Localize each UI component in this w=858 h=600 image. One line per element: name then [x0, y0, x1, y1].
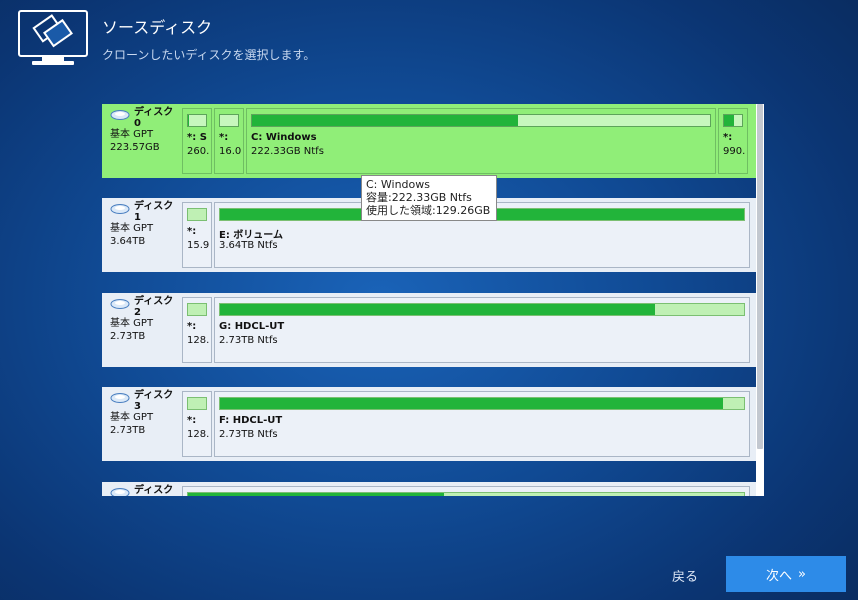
disk-size: 3.64TB — [110, 236, 146, 247]
partition[interactable]: *: 15.9 — [182, 202, 212, 268]
disk-type: 基本 GPT — [110, 129, 154, 140]
back-button[interactable]: 戻る — [660, 566, 710, 585]
partition[interactable]: *: 128. — [182, 391, 212, 457]
page-subtitle: クローンしたいディスクを選択します。 — [102, 48, 316, 62]
partition-label: *: — [219, 132, 229, 143]
disk-row-4[interactable]: ディスク 4 — [102, 482, 756, 496]
disk-size: 223.57GB — [110, 142, 160, 153]
usage-fill — [188, 493, 444, 496]
partition[interactable]: *: 990. — [718, 108, 748, 174]
partition-label: F: HDCL-UT — [219, 415, 283, 426]
next-button-label: 次へ — [766, 568, 793, 584]
disk-icon — [110, 487, 130, 496]
partition-size: 260. — [187, 146, 210, 157]
disk-list-scrollbar[interactable] — [756, 104, 764, 496]
disk-icon — [110, 203, 130, 218]
partition-tooltip: C: Windows 容量:222.33GB Ntfs 使用した領域:129.2… — [361, 175, 497, 221]
disk-row-0[interactable]: ディスク 0 基本 GPT 223.57GB *: S 260. *: 16.0… — [102, 104, 756, 178]
disk-icon — [110, 298, 130, 313]
partition-label: E: ボリューム — [219, 230, 284, 241]
tooltip-capacity: 容量:222.33GB Ntfs — [366, 191, 472, 204]
disk-type: 基本 GPT — [110, 223, 154, 234]
partition-label: *: — [187, 415, 197, 426]
tooltip-used: 使用した領域:129.26GB — [366, 204, 491, 217]
usage-fill — [252, 115, 518, 126]
partition-size: 3.64TB Ntfs — [219, 240, 278, 251]
partition-size: 2.73TB Ntfs — [219, 335, 278, 346]
partition-label: *: — [723, 132, 733, 143]
disk-info: ディスク 0 基本 GPT 223.57GB — [102, 104, 182, 178]
partition-label: *: — [187, 321, 197, 332]
disk-type: 基本 GPT — [110, 318, 154, 329]
disk-size: 2.73TB — [110, 425, 146, 436]
page-title: ソースディスク — [102, 18, 213, 37]
disk-icon — [110, 109, 130, 124]
partition-size: 2.73TB Ntfs — [219, 429, 278, 440]
disk-name: ディスク 2 — [134, 296, 174, 318]
partition[interactable] — [182, 486, 750, 496]
partition-size: 990. — [723, 146, 746, 157]
disk-size: 2.73TB — [110, 331, 146, 342]
partition-g-hdcl-ut[interactable]: G: HDCL-UT 2.73TB Ntfs — [214, 297, 750, 363]
partition-size: 16.0 — [219, 146, 242, 157]
usage-fill — [724, 115, 734, 126]
next-button[interactable]: 次へ » — [726, 556, 846, 592]
partition-label: *: S — [187, 132, 207, 143]
disk-info: ディスク 1 基本 GPT 3.64TB — [102, 198, 182, 272]
partition[interactable]: *: 128. — [182, 297, 212, 363]
partition-size: 128. — [187, 335, 210, 346]
usage-fill — [220, 304, 655, 315]
disk-name: ディスク 1 — [134, 201, 174, 223]
double-chevron-right-icon: » — [798, 566, 806, 582]
usage-fill — [220, 398, 724, 409]
disk-name: ディスク 4 — [134, 485, 174, 496]
disk-type: 基本 GPT — [110, 412, 154, 423]
tooltip-title: C: Windows — [366, 178, 430, 191]
partition-size: 15.9 — [187, 240, 210, 251]
disk-row-2[interactable]: ディスク 2 基本 GPT 2.73TB *: 128. G: HDCL-UT … — [102, 293, 756, 367]
disk-list: ディスク 0 基本 GPT 223.57GB *: S 260. *: 16.0… — [102, 104, 758, 496]
disk-info: ディスク 2 基本 GPT 2.73TB — [102, 293, 182, 367]
disk-name: ディスク 3 — [134, 390, 174, 412]
disk-name: ディスク 0 — [134, 107, 174, 129]
partition[interactable]: *: 16.0 — [214, 108, 244, 174]
disk-info: ディスク 3 基本 GPT 2.73TB — [102, 387, 182, 461]
disk-row-3[interactable]: ディスク 3 基本 GPT 2.73TB *: 128. F: HDCL-UT … — [102, 387, 756, 461]
usage-fill — [188, 115, 190, 126]
partition-label: *: — [187, 226, 197, 237]
partition-size: 222.33GB Ntfs — [251, 146, 324, 157]
partition-size: 128. — [187, 429, 210, 440]
partition-label: C: Windows — [251, 132, 317, 143]
partition-label: G: HDCL-UT — [219, 321, 285, 332]
clone-disk-icon — [18, 10, 88, 66]
partition-c-windows[interactable]: C: Windows 222.33GB Ntfs — [246, 108, 716, 174]
disk-icon — [110, 392, 130, 407]
scrollbar-thumb[interactable] — [757, 104, 763, 449]
disk-info: ディスク 4 — [102, 482, 182, 496]
partition-f-hdcl-ut[interactable]: F: HDCL-UT 2.73TB Ntfs — [214, 391, 750, 457]
partition[interactable]: *: S 260. — [182, 108, 212, 174]
